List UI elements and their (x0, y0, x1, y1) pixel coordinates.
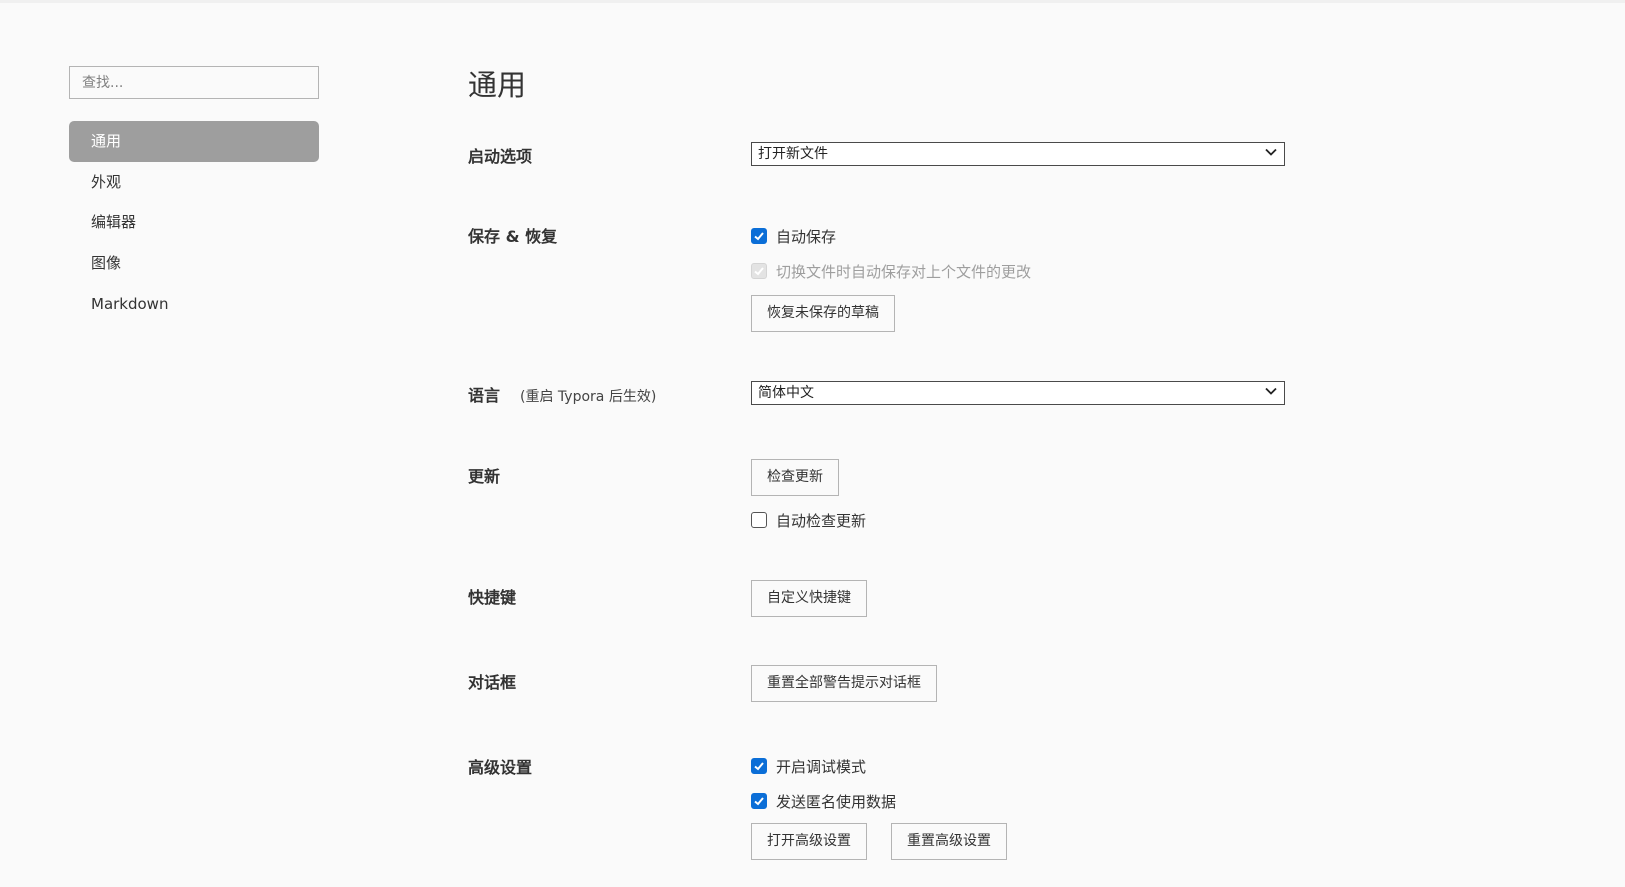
auto-check-update-checkbox[interactable]: 自动检查更新 (751, 510, 866, 530)
auto-check-update-label: 自动检查更新 (776, 511, 867, 530)
advanced-label: 高级设置 (468, 758, 533, 777)
language-label: 语言 (重启 Typora 后生效) (468, 382, 656, 406)
debug-mode-checkbox[interactable]: 开启调试模式 (751, 756, 866, 776)
save-restore-label: 保存 & 恢复 (468, 227, 558, 246)
sidebar-item-editor[interactable]: 编辑器 (69, 202, 319, 243)
language-select[interactable]: 简体中文 (751, 381, 1285, 405)
sidebar-item-markdown[interactable]: Markdown (69, 284, 319, 325)
sidebar-item-general[interactable]: 通用 (69, 121, 319, 162)
reset-advanced-settings-button[interactable]: 重置高级设置 (891, 823, 1007, 860)
language-label-text: 语言 (468, 386, 501, 405)
reset-dialogs-button[interactable]: 重置全部警告提示对话框 (751, 665, 937, 702)
anonymous-data-label: 发送匿名使用数据 (776, 792, 897, 811)
checkbox-checked-icon (751, 793, 767, 809)
language-select-value: 简体中文 (758, 385, 814, 401)
switch-autosave-checkbox: 切换文件时自动保存对上个文件的更改 (751, 261, 1031, 281)
dialogs-label: 对话框 (468, 673, 517, 692)
checkbox-unchecked-icon (751, 512, 767, 528)
language-note: (重启 Typora 后生效) (520, 389, 657, 405)
sidebar-item-appearance[interactable]: 外观 (69, 162, 319, 203)
sidebar-item-image[interactable]: 图像 (69, 243, 319, 284)
check-update-button[interactable]: 检查更新 (751, 459, 839, 496)
top-divider (0, 0, 1625, 3)
anonymous-data-checkbox[interactable]: 发送匿名使用数据 (751, 791, 896, 811)
restore-drafts-button[interactable]: 恢复未保存的草稿 (751, 295, 895, 332)
page-title: 通用 (468, 68, 527, 102)
startup-select[interactable]: 打开新文件 (751, 142, 1285, 166)
switch-autosave-label: 切换文件时自动保存对上个文件的更改 (776, 262, 1032, 281)
checkbox-disabled-icon (751, 263, 767, 279)
search-input[interactable] (69, 66, 319, 99)
startup-select-value: 打开新文件 (758, 146, 828, 162)
open-advanced-settings-button[interactable]: 打开高级设置 (751, 823, 867, 860)
autosave-label: 自动保存 (776, 227, 837, 246)
checkbox-checked-icon (751, 228, 767, 244)
preferences-window: 通用 外观 编辑器 图像 Markdown 通用 启动选项 打开新文件 保存 &… (0, 0, 1625, 887)
autosave-checkbox[interactable]: 自动保存 (751, 226, 836, 246)
shortcuts-label: 快捷键 (468, 588, 517, 607)
debug-mode-label: 开启调试模式 (776, 757, 867, 776)
chevron-down-icon (1265, 148, 1277, 156)
customize-shortcuts-button[interactable]: 自定义快捷键 (751, 580, 867, 617)
checkbox-checked-icon (751, 758, 767, 774)
chevron-down-icon (1265, 387, 1277, 395)
update-label: 更新 (468, 467, 501, 486)
startup-label: 启动选项 (468, 147, 533, 166)
